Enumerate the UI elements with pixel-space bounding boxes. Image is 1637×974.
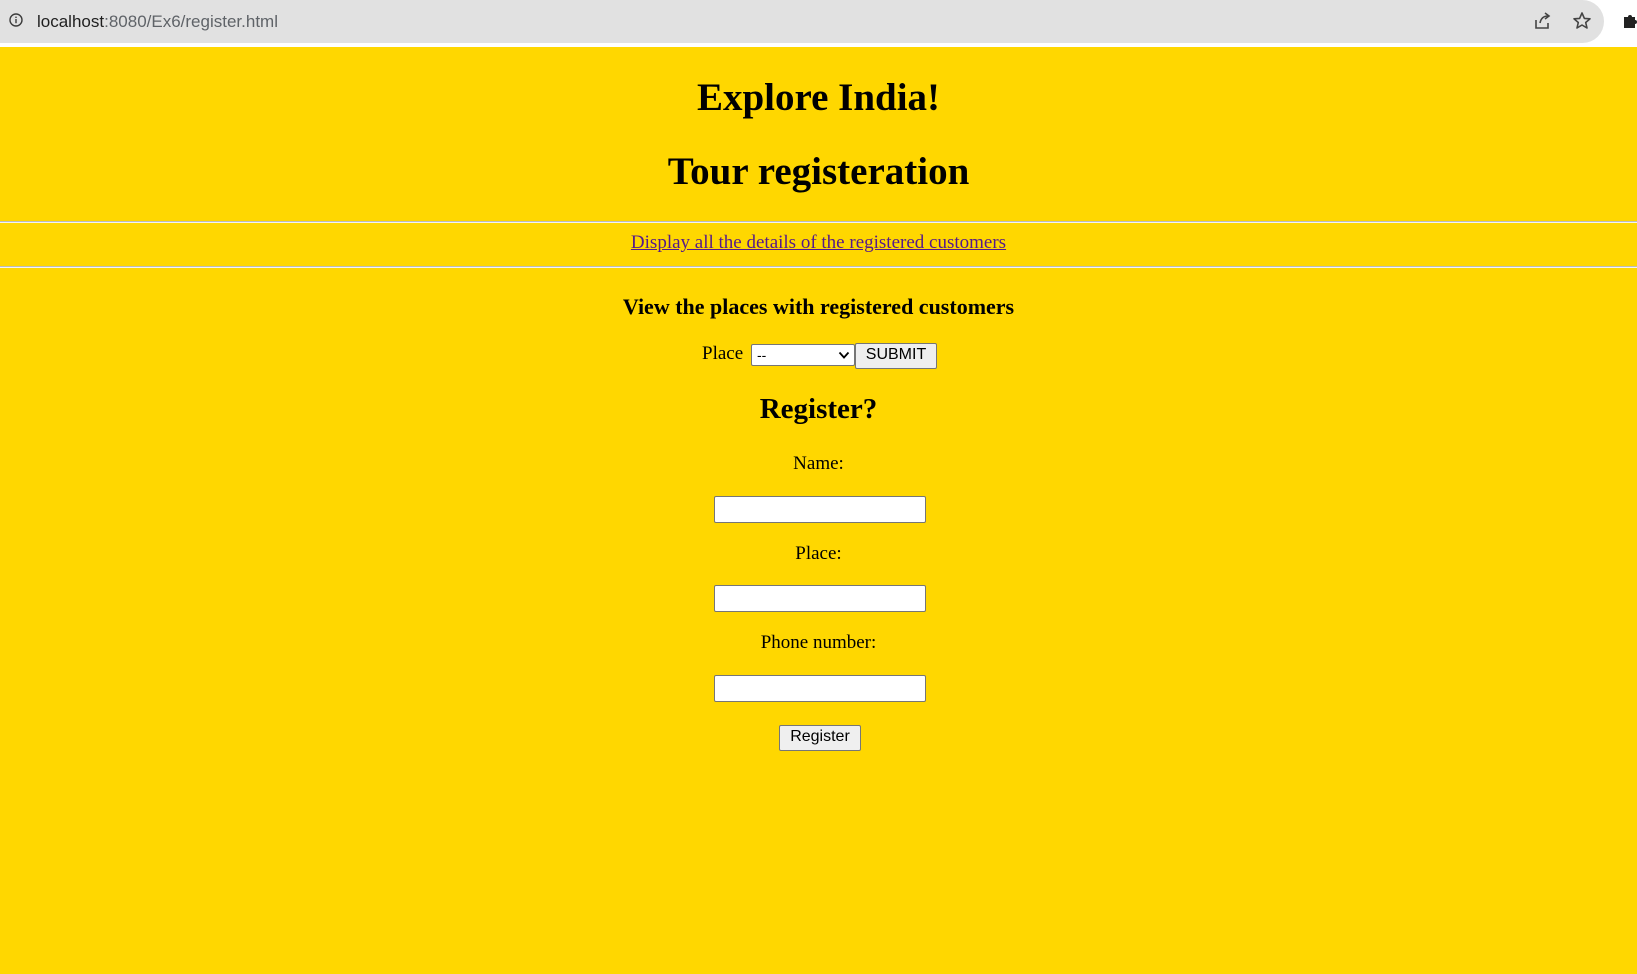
place-filter-row: Place -- [0,342,1637,370]
place-filter-label: Place [702,343,744,364]
page-body: Explore India! Tour registeration Displa… [0,47,1637,974]
star-icon[interactable] [1572,11,1592,31]
register-button[interactable]: Register [779,725,861,751]
register-heading: Register? [759,393,878,425]
submit-button[interactable]: SUBMIT [855,343,937,369]
extensions-icon[interactable] [1621,11,1637,31]
phone-label: Phone number: [760,632,877,653]
chevron-down-icon [838,351,850,359]
address-bar[interactable]: localhost:8080/Ex6/register.html [0,0,1604,43]
divider-top [0,221,1637,223]
phone-field[interactable] [714,675,926,702]
place-select-value: -- [757,347,767,363]
page-subtitle: Tour registeration [667,150,970,193]
registered-customers-link[interactable]: Display all the details of the registere… [631,232,1006,253]
name-field[interactable] [714,496,926,523]
place-label: Place: [795,543,842,564]
places-heading: View the places with registered customer… [622,294,1015,319]
url-text[interactable]: localhost:8080/Ex6/register.html [37,11,278,32]
url-host: localhost [37,12,105,31]
name-label: Name: [793,453,844,474]
info-icon[interactable] [9,13,23,27]
details-link-row: Display all the details of the registere… [0,231,1637,255]
divider-bottom [0,266,1637,268]
share-icon[interactable] [1532,11,1552,31]
page-title: Explore India! [696,76,941,119]
url-path: :8080/Ex6/register.html [104,12,278,31]
place-field[interactable] [714,585,926,612]
browser-toolbar: localhost:8080/Ex6/register.html [0,0,1637,47]
place-select[interactable]: -- [751,344,855,366]
